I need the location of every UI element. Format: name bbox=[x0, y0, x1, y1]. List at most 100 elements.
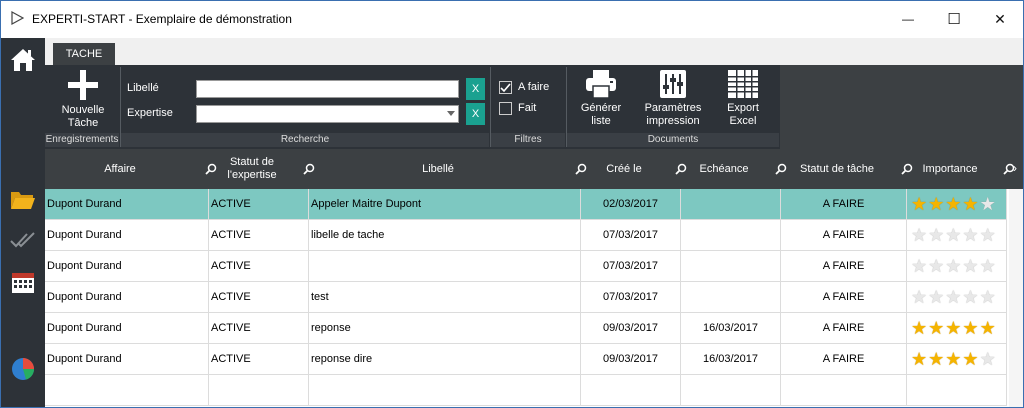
tasks-button[interactable] bbox=[9, 226, 37, 254]
new-task-button[interactable]: Nouvelle Tâche bbox=[57, 69, 109, 130]
cell-cree: 09/03/2017 bbox=[581, 344, 681, 375]
clear-libelle-button[interactable]: X bbox=[466, 78, 485, 100]
cell-importance: ★ ★ ★ ★ ★ bbox=[907, 251, 1007, 282]
left-sidebar bbox=[1, 38, 45, 407]
maximize-icon: ☐ bbox=[947, 11, 961, 28]
cell-echeance: 16/03/2017 bbox=[681, 344, 781, 375]
importance-rating[interactable]: ★ ★ ★ ★ ★ bbox=[911, 319, 996, 337]
cell-libelle: reponse dire bbox=[309, 344, 581, 375]
cell-statut-tache: A FAIRE bbox=[781, 220, 907, 251]
star-icon: ★ bbox=[962, 256, 979, 276]
home-icon bbox=[11, 49, 35, 71]
checkmark-icon bbox=[500, 83, 511, 93]
cell-affaire: Dupont Durand bbox=[45, 251, 209, 282]
column-header[interactable]: Affaire bbox=[45, 149, 195, 189]
calendar-button[interactable] bbox=[9, 268, 37, 296]
cell-statut: ACTIVE bbox=[209, 189, 309, 220]
cell-libelle: test bbox=[309, 282, 581, 313]
clear-expertise-button[interactable]: X bbox=[466, 103, 485, 125]
cell-statut-tache: A FAIRE bbox=[781, 344, 907, 375]
minimize-button[interactable]: — bbox=[885, 1, 931, 37]
sliders-icon bbox=[660, 70, 686, 98]
star-icon: ★ bbox=[962, 194, 979, 214]
column-header-label: Créé le bbox=[606, 162, 642, 175]
star-icon: ★ bbox=[979, 318, 996, 338]
column-header[interactable]: Importance bbox=[907, 149, 993, 189]
star-icon: ★ bbox=[911, 287, 928, 307]
home-button[interactable] bbox=[9, 46, 37, 74]
importance-rating[interactable]: ★ ★ ★ ★ ★ bbox=[911, 226, 996, 244]
chevron-right-icon[interactable]: › bbox=[1013, 161, 1017, 175]
column-header[interactable]: Libellé bbox=[309, 149, 567, 189]
star-icon: ★ bbox=[911, 225, 928, 245]
star-icon: ★ bbox=[962, 225, 979, 245]
cell-cree: 09/03/2017 bbox=[581, 313, 681, 344]
cell-statut-tache bbox=[781, 375, 907, 406]
star-icon: ★ bbox=[911, 318, 928, 338]
filter-a-faire-checkbox[interactable] bbox=[499, 81, 512, 94]
filter-fait-label: Fait bbox=[518, 102, 537, 114]
column-header-label: Statut de l'expertise bbox=[227, 156, 277, 181]
cell-cree: 02/03/2017 bbox=[581, 189, 681, 220]
star-icon: ★ bbox=[928, 194, 945, 214]
star-icon: ★ bbox=[945, 194, 962, 214]
ribbon: Nouvelle Tâche Enregistrements Libellé X… bbox=[45, 65, 1023, 149]
spreadsheet-icon bbox=[728, 70, 758, 98]
column-header[interactable]: Créé le bbox=[581, 149, 667, 189]
vertical-scrollbar[interactable] bbox=[1009, 189, 1023, 407]
star-icon: ★ bbox=[928, 225, 945, 245]
expertise-select[interactable] bbox=[196, 105, 459, 123]
importance-rating[interactable]: ★ ★ ★ ★ ★ bbox=[911, 257, 996, 275]
table-row[interactable] bbox=[45, 375, 1007, 406]
stats-button[interactable] bbox=[9, 354, 37, 382]
filter-a-faire-label: A faire bbox=[518, 81, 550, 93]
importance-rating[interactable]: ★ ★ ★ ★ ★ bbox=[911, 288, 996, 306]
close-button[interactable]: ✕ bbox=[977, 1, 1023, 37]
tab-tache[interactable]: TACHE bbox=[53, 43, 115, 65]
group-filtres-label: Filtres bbox=[491, 133, 565, 147]
star-icon: ★ bbox=[979, 349, 996, 369]
star-icon: ★ bbox=[911, 349, 928, 369]
table-row[interactable]: Dupont Durand ACTIVE reponse 09/03/2017 16/0… bbox=[45, 313, 1007, 344]
cell-importance: ★ ★ ★ ★ ★ bbox=[907, 313, 1007, 344]
cell-cree: 07/03/2017 bbox=[581, 282, 681, 313]
cell-cree: 07/03/2017 bbox=[581, 220, 681, 251]
table-row[interactable]: Dupont Durand ACTIVE 07/03/2017 A FAIRE ★ ★ ★ ★… bbox=[45, 251, 1007, 282]
folder-button[interactable] bbox=[9, 186, 37, 214]
table-row[interactable]: Dupont Durand ACTIVE test 07/03/2017 A FAIRE… bbox=[45, 282, 1007, 313]
cell-echeance bbox=[681, 220, 781, 251]
double-check-icon bbox=[10, 232, 35, 248]
libelle-input[interactable] bbox=[196, 80, 459, 98]
table-row[interactable]: Dupont Durand ACTIVE reponse dire 09/03/201… bbox=[45, 344, 1007, 375]
dropdown-arrow-icon bbox=[447, 111, 455, 116]
cell-affaire: Dupont Durand bbox=[45, 344, 209, 375]
cell-affaire: Dupont Durand bbox=[45, 313, 209, 344]
close-icon: ✕ bbox=[994, 10, 1006, 27]
column-header[interactable]: Statut de l'expertise bbox=[209, 149, 295, 189]
cell-importance: ★ ★ ★ ★ ★ bbox=[907, 282, 1007, 313]
parametres-impression-button[interactable]: Paramètres impression bbox=[640, 69, 706, 128]
star-icon: ★ bbox=[962, 287, 979, 307]
libelle-label: Libellé bbox=[127, 82, 159, 94]
cell-statut: ACTIVE bbox=[209, 313, 309, 344]
star-icon: ★ bbox=[945, 256, 962, 276]
importance-rating[interactable]: ★ ★ ★ ★ ★ bbox=[911, 350, 996, 368]
group-enregistrements-label: Enregistrements bbox=[45, 133, 119, 147]
cell-echeance bbox=[681, 251, 781, 282]
pie-chart-icon bbox=[12, 358, 35, 380]
table-row[interactable]: Dupont Durand ACTIVE libelle de tache 07/03… bbox=[45, 220, 1007, 251]
generer-liste-button[interactable]: Générer liste bbox=[575, 69, 627, 128]
export-excel-button[interactable]: Export Excel bbox=[717, 69, 769, 128]
cell-libelle: reponse bbox=[309, 313, 581, 344]
group-documents-label: Documents bbox=[567, 133, 779, 147]
filter-fait-checkbox[interactable] bbox=[499, 102, 512, 115]
printer-icon bbox=[586, 70, 616, 99]
importance-rating[interactable]: ★ ★ ★ ★ ★ bbox=[911, 195, 996, 213]
parametres-label-1: Paramètres bbox=[644, 102, 702, 114]
maximize-button[interactable]: ☐ bbox=[931, 1, 977, 37]
table-row[interactable]: Dupont Durand ACTIVE Appeler Maitre Dupont… bbox=[45, 189, 1007, 220]
column-header[interactable]: Echéance bbox=[681, 149, 767, 189]
column-header[interactable]: Statut de tâche bbox=[781, 149, 893, 189]
star-icon: ★ bbox=[928, 318, 945, 338]
star-icon: ★ bbox=[945, 287, 962, 307]
